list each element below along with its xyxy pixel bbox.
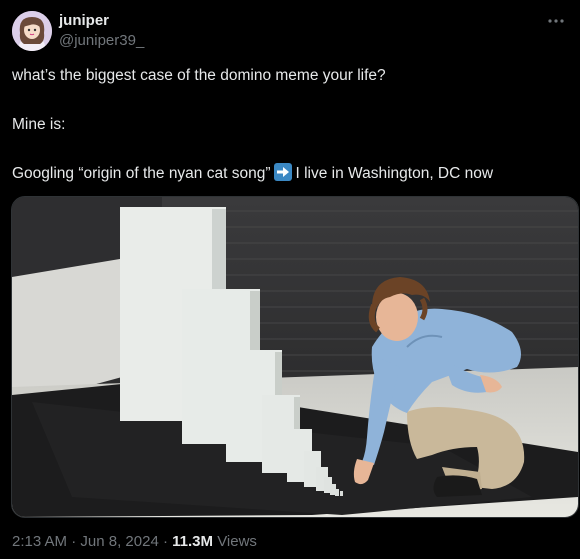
tweet-text-line-2: Mine is: bbox=[12, 116, 66, 133]
author-name[interactable]: juniper bbox=[59, 12, 109, 29]
meta-separator: · bbox=[71, 533, 77, 550]
tweet-date[interactable]: Jun 8, 2024 bbox=[80, 533, 158, 550]
views-count[interactable]: 11.3M bbox=[172, 533, 213, 550]
tweet-time[interactable]: 2:13 AM bbox=[12, 533, 67, 550]
right-arrow-icon bbox=[273, 163, 292, 181]
avatar[interactable] bbox=[12, 11, 52, 51]
tweet-text-line-3: Googling “origin of the nyan cat song” I … bbox=[12, 163, 493, 184]
tweet-text-line-1: what’s the biggest case of the domino me… bbox=[12, 67, 386, 84]
author-handle[interactable]: @juniper39_ bbox=[59, 32, 144, 49]
meta-separator: · bbox=[162, 533, 168, 550]
views-label[interactable]: Views bbox=[217, 533, 257, 550]
more-horizontal-icon[interactable] bbox=[546, 11, 566, 31]
domino-meme-image[interactable] bbox=[11, 196, 579, 518]
tweet-text-quote: Googling “origin of the nyan cat song” bbox=[12, 165, 271, 182]
tweet-text-conclusion: I live in Washington, DC now bbox=[295, 165, 494, 182]
tweet-header: juniper @juniper39_ bbox=[12, 11, 568, 53]
tweet-meta: 2:13 AM · Jun 8, 2024 · 11.3M Views bbox=[12, 533, 257, 550]
